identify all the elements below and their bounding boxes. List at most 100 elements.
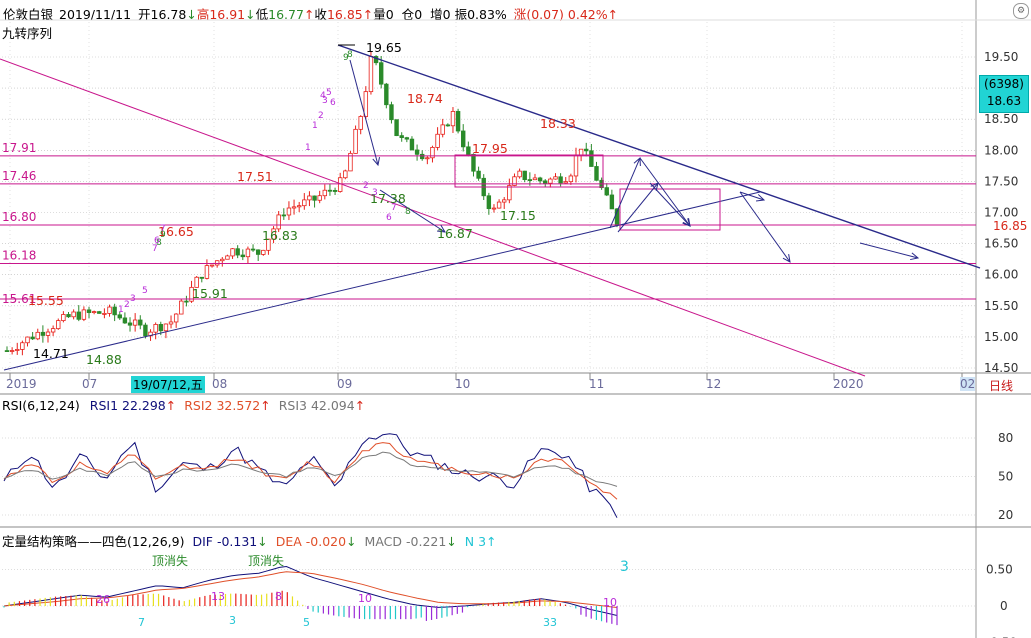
- box-price: 18.63: [986, 94, 1022, 108]
- macd-count-label: 5: [303, 616, 310, 629]
- candle-body: [250, 248, 256, 251]
- candle-body: [384, 83, 389, 106]
- price-annotation: 17.51: [237, 169, 273, 184]
- candle-body: [368, 56, 374, 93]
- macd-title: 定量结构策略——四色(12,26,9): [2, 534, 185, 549]
- candle-body: [604, 187, 609, 196]
- candle-body: [132, 319, 138, 326]
- macd-count-label: 33: [543, 616, 557, 629]
- candle-body: [61, 314, 66, 322]
- macd-count-label: 3: [229, 614, 236, 627]
- candle-body: [537, 177, 543, 182]
- projection-box: [619, 188, 721, 231]
- td-sequence-digit: 2: [124, 300, 130, 310]
- candle-body: [97, 311, 102, 314]
- candle-body: [153, 324, 158, 333]
- candle-body: [573, 154, 579, 177]
- macd-count-label: 10: [603, 596, 617, 609]
- candle-body: [112, 306, 117, 316]
- x-cursor-date[interactable]: 19/07/12,五: [131, 376, 205, 393]
- price-annotation: 14.71: [33, 346, 69, 361]
- td-sequence-digit: 2: [318, 111, 324, 121]
- candle-body: [245, 248, 251, 258]
- td-sequence-digit: 8: [347, 50, 353, 60]
- candle-body: [527, 179, 533, 181]
- td-sequence-digit: 6: [386, 213, 392, 223]
- dea-arrow: ↓: [346, 534, 357, 549]
- candle-body: [276, 214, 281, 230]
- projection-arrow: [609, 157, 641, 229]
- price-tick-label: 19.50: [984, 50, 1018, 64]
- candle-body: [399, 135, 404, 139]
- candle-body: [30, 336, 35, 340]
- candle-body: [409, 138, 415, 151]
- candle-body: [440, 124, 445, 135]
- rsi2-value: 32.572: [216, 398, 261, 413]
- candle-body: [332, 189, 338, 192]
- rsi2-label: RSI2: [184, 398, 213, 413]
- x-label-12: 12: [706, 377, 722, 391]
- projection-arrow: [739, 191, 791, 263]
- td-sequence-digit: 1: [118, 305, 124, 315]
- n-arrow: ↑: [486, 534, 497, 549]
- candle-body: [312, 195, 317, 201]
- candle-body: [255, 249, 261, 255]
- candle-body: [225, 255, 230, 260]
- candle-body: [389, 104, 394, 121]
- price-tick-label: 15.50: [984, 299, 1018, 313]
- candle-body: [609, 194, 615, 210]
- rsi1-value: 22.298: [122, 398, 166, 413]
- price-annotation: 18.74: [407, 91, 443, 106]
- candle-body: [117, 314, 122, 319]
- candle-body: [553, 176, 558, 180]
- price-tick-label: 16.50: [984, 237, 1018, 251]
- candle-body: [76, 311, 81, 320]
- candle-body: [491, 207, 497, 210]
- candle-body: [56, 320, 61, 330]
- candle-body: [40, 331, 46, 336]
- dif-label: DIF: [192, 534, 213, 549]
- macd-count-label: 7: [138, 616, 145, 629]
- td-sequence-digit: 5: [142, 286, 148, 296]
- candle-body: [127, 322, 133, 326]
- td-sequence-digit: 3: [372, 188, 378, 198]
- x-label-08: 08: [212, 377, 228, 391]
- rsi-header: RSI(6,12,24) RSI1 22.298↑ RSI2 32.572↑ R…: [2, 398, 365, 413]
- candle-body: [230, 248, 235, 257]
- period-label[interactable]: 日线: [989, 377, 1013, 394]
- candle-body: [184, 300, 189, 303]
- candle-body: [548, 178, 553, 184]
- candle-body: [532, 177, 538, 181]
- candle-body: [235, 248, 240, 256]
- candle-body: [240, 254, 245, 258]
- rsi-title: RSI(6,12,24): [2, 398, 80, 413]
- candle-body: [199, 276, 204, 279]
- box-count: (6398): [984, 77, 1024, 91]
- macd-arrow: ↓: [446, 534, 457, 549]
- price-annotation: 17.95: [472, 141, 508, 156]
- dea-value: -0.020: [305, 534, 347, 549]
- macd-count-label: 3: [620, 559, 629, 575]
- td-sequence-digit: 2: [363, 181, 369, 191]
- candle-body: [122, 317, 128, 324]
- candle-body: [143, 324, 148, 337]
- candle-body: [9, 350, 15, 352]
- candle-body: [461, 130, 466, 148]
- rsi3-arrow: ↑: [354, 398, 366, 413]
- candle-body: [15, 349, 20, 351]
- price-tick-label: 14.50: [984, 361, 1018, 375]
- candle-body: [522, 170, 527, 180]
- x-label-07: 07: [82, 377, 98, 391]
- candle-body: [343, 170, 348, 179]
- candle-body: [466, 146, 471, 155]
- macd-tick-label: 0: [1000, 599, 1008, 613]
- candle-body: [420, 153, 425, 160]
- candle-body: [568, 175, 574, 183]
- macd-count-label: 10: [358, 592, 372, 605]
- candle-body: [296, 205, 302, 208]
- price-tick-label: 18.50: [984, 112, 1018, 126]
- candle-body: [435, 133, 440, 148]
- candle-body: [414, 149, 420, 155]
- rsi-line-rsi1: [3, 433, 618, 518]
- candle-body: [163, 323, 169, 332]
